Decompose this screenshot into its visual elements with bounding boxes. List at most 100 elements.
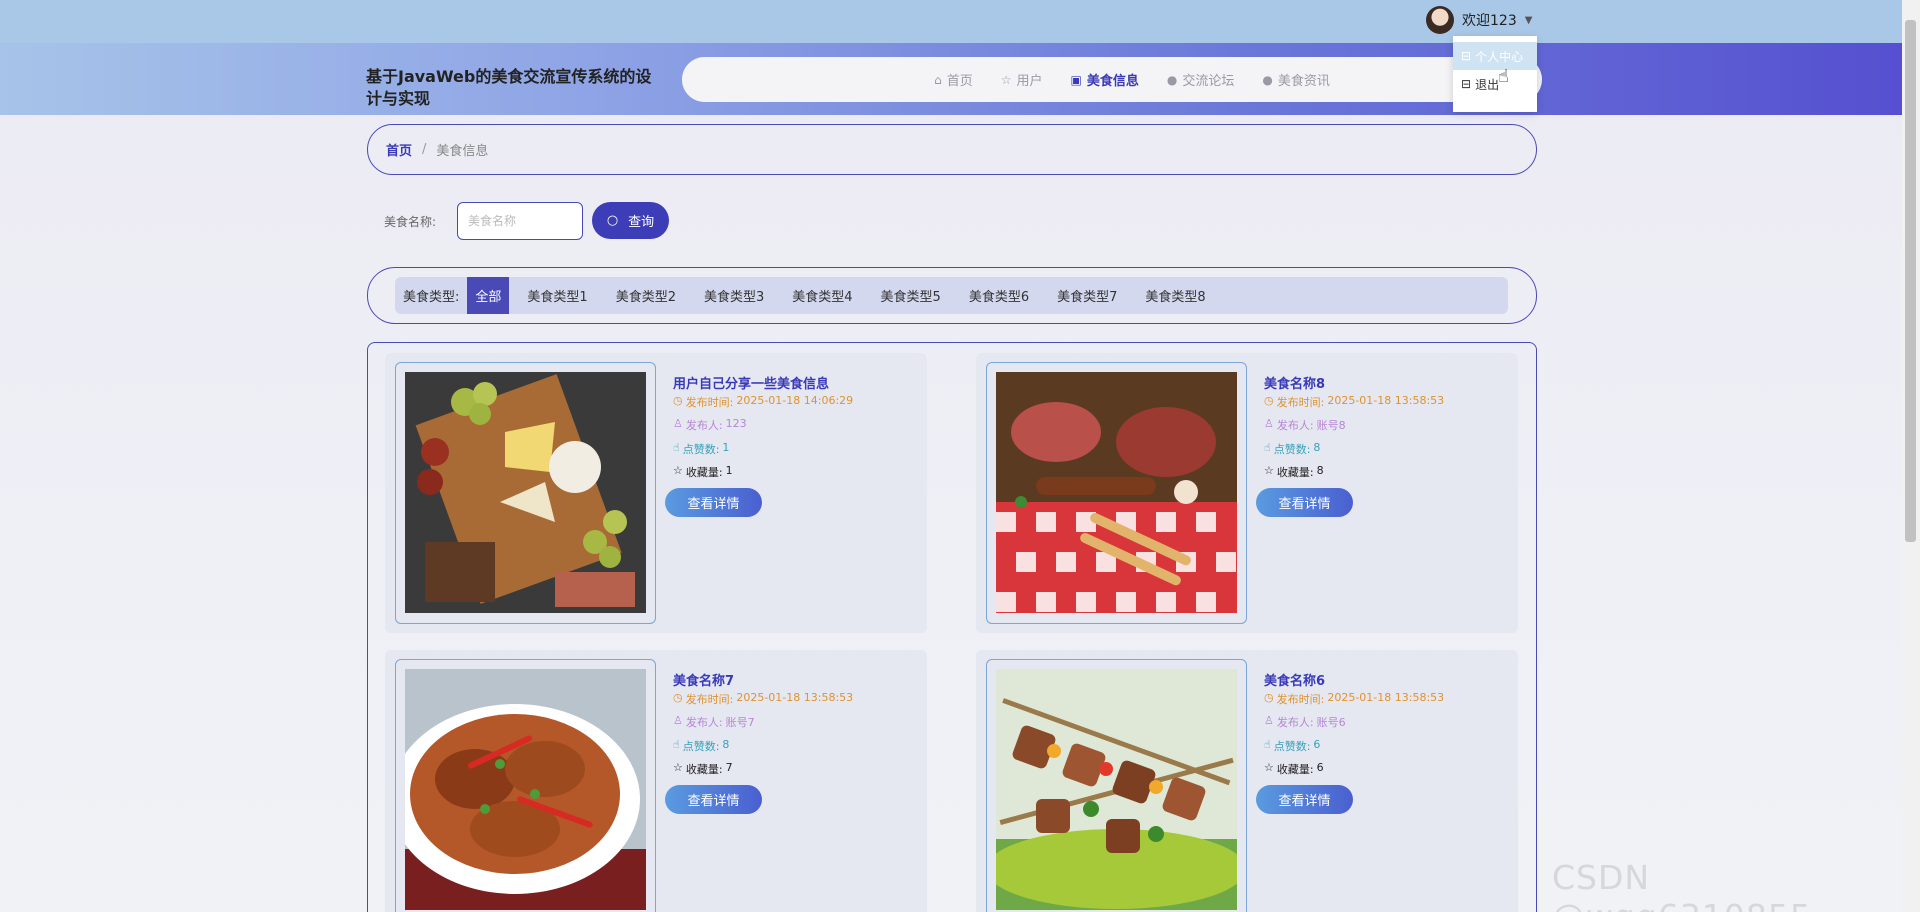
food-title[interactable]: 美食名称6: [1264, 670, 1325, 689]
food-image-frame[interactable]: [986, 362, 1247, 624]
view-detail-button[interactable]: 查看详情: [1256, 488, 1353, 517]
time-value: 2025-01-18 13:58:53: [1327, 691, 1445, 704]
filter-option[interactable]: 美食类型2: [606, 277, 686, 314]
likes-label: 点赞数:: [1273, 443, 1311, 456]
food-image[interactable]: [405, 372, 646, 613]
author-value: 账号6: [1316, 716, 1346, 729]
user-icon: ♙: [673, 417, 683, 430]
search-button-label: 查询: [628, 215, 655, 230]
filter-option[interactable]: 美食类型7: [1047, 277, 1127, 314]
likes-label: 点赞数:: [682, 740, 720, 753]
food-title[interactable]: 美食名称8: [1264, 373, 1325, 392]
scrollbar-thumb[interactable]: [1905, 20, 1916, 542]
food-card: 美食名称8 ◷ 发布时间: 2025-01-18 13:58:53 ♙ 发布人: 账号8…: [976, 353, 1518, 633]
publisher: ♙ 发布人: 账号6: [1264, 714, 1346, 730]
food-card: 美食名称7 ◷ 发布时间: 2025-01-18 13:58:53 ♙ 发布人: 账号7…: [385, 650, 927, 912]
filter-option[interactable]: 美食类型1: [517, 277, 597, 314]
fav-label: 收藏量:: [1276, 466, 1314, 479]
nav-forum-label: 交流论坛: [1182, 74, 1235, 89]
likes-label: 点赞数:: [1273, 740, 1311, 753]
welcome-text[interactable]: 欢迎123: [1462, 10, 1517, 30]
logout-icon: ⊟: [1461, 77, 1472, 91]
time-label: 发布时间:: [1276, 693, 1325, 706]
author-label: 发布人:: [1276, 419, 1314, 432]
filter-option[interactable]: 美食类型3: [694, 277, 774, 314]
food-image-frame[interactable]: [395, 659, 656, 912]
food-title[interactable]: 美食名称7: [673, 670, 734, 689]
nav-food-info-label: 美食信息: [1086, 74, 1139, 89]
breadcrumb-home[interactable]: 首页: [386, 140, 412, 159]
breadcrumb-separator: /: [422, 142, 427, 157]
likes-value: 6: [1313, 738, 1321, 751]
filter-option[interactable]: 美食类型6: [959, 277, 1039, 314]
fav-value: 8: [1316, 464, 1324, 477]
user-dropdown: ⊟ 个人中心 ⊟ 退出: [1453, 36, 1537, 112]
author-value: 123: [725, 417, 747, 430]
dropdown-profile[interactable]: ⊟ 个人中心: [1453, 42, 1537, 70]
favorites: ☆ 收藏量: 8: [1264, 464, 1324, 480]
star-icon: ☆: [673, 761, 683, 774]
dot-icon: ●: [1262, 72, 1273, 87]
nav-forum[interactable]: ● 交流论坛: [1166, 70, 1235, 90]
publisher: ♙ 发布人: 123: [673, 417, 747, 433]
likes-label: 点赞数:: [682, 443, 720, 456]
filter-option[interactable]: 美食类型8: [1135, 277, 1215, 314]
fav-value: 1: [725, 464, 733, 477]
likes: ☝ 点赞数: 8: [1264, 441, 1320, 457]
favorites: ☆ 收藏量: 1: [673, 464, 733, 480]
caret-down-icon[interactable]: ▼: [1525, 15, 1533, 26]
view-detail-button[interactable]: 查看详情: [665, 785, 762, 814]
user-icon: ♙: [1264, 417, 1274, 430]
site-title: 基于JavaWeb的美食交流宣传系统的设计与实现: [366, 67, 652, 108]
food-card: 美食名称6 ◷ 发布时间: 2025-01-18 13:58:53 ♙ 发布人: 账号6…: [976, 650, 1518, 912]
time-label: 发布时间:: [1276, 396, 1325, 409]
view-detail-button[interactable]: 查看详情: [1256, 785, 1353, 814]
food-list: 用户自己分享一些美食信息 ◷ 发布时间: 2025-01-18 14:06:29 ♙…: [367, 342, 1537, 912]
publish-time: ◷ 发布时间: 2025-01-18 14:06:29: [673, 394, 853, 410]
filter-option[interactable]: 美食类型4: [782, 277, 862, 314]
nav-users[interactable]: ☆ 用户: [1001, 70, 1043, 90]
hand-cursor-icon: ☝: [1498, 66, 1509, 87]
nav-news[interactable]: ● 美食资讯: [1262, 70, 1330, 90]
likes-value: 8: [1313, 441, 1321, 454]
nav-news-label: 美食资讯: [1277, 74, 1330, 89]
top-bar: [0, 0, 1902, 43]
food-card: 用户自己分享一些美食信息 ◷ 发布时间: 2025-01-18 14:06:29 ♙…: [385, 353, 927, 633]
time-label: 发布时间:: [685, 693, 734, 706]
time-value: 2025-01-18 13:58:53: [1327, 394, 1445, 407]
food-image[interactable]: [996, 669, 1237, 910]
dropdown-logout[interactable]: ⊟ 退出: [1453, 70, 1537, 98]
star-icon: ☆: [1264, 761, 1274, 774]
thumbs-up-icon: ☝: [673, 441, 680, 454]
search-button[interactable]: ○ 查询: [592, 202, 669, 239]
view-detail-button[interactable]: 查看详情: [665, 488, 762, 517]
search-icon: ○: [606, 213, 619, 228]
breadcrumb-current: 美食信息: [436, 144, 489, 159]
star-icon: ☆: [673, 464, 683, 477]
author-label: 发布人:: [685, 419, 723, 432]
nav-users-label: 用户: [1016, 74, 1043, 89]
likes-value: 8: [722, 738, 730, 751]
nav-home[interactable]: ⌂ 首页: [934, 70, 973, 90]
time-value: 2025-01-18 13:58:53: [736, 691, 854, 704]
search-label: 美食名称:: [384, 215, 437, 229]
likes: ☝ 点赞数: 8: [673, 738, 729, 754]
food-image[interactable]: [996, 372, 1237, 613]
filter-option-all[interactable]: 全部: [467, 277, 510, 314]
food-title[interactable]: 用户自己分享一些美食信息: [673, 373, 829, 392]
user-menu[interactable]: 欢迎123 ▼: [1426, 6, 1532, 34]
favorites: ☆ 收藏量: 6: [1264, 761, 1324, 777]
nav-food-info[interactable]: ▣ 美食信息: [1071, 70, 1139, 90]
food-image-frame[interactable]: [395, 362, 656, 624]
publish-time: ◷ 发布时间: 2025-01-18 13:58:53: [1264, 394, 1444, 410]
food-image-frame[interactable]: [986, 659, 1247, 912]
likes: ☝ 点赞数: 6: [1264, 738, 1320, 754]
filter-option[interactable]: 美食类型5: [871, 277, 951, 314]
avatar[interactable]: [1426, 6, 1454, 34]
publish-time: ◷ 发布时间: 2025-01-18 13:58:53: [673, 691, 853, 707]
food-image[interactable]: [405, 669, 646, 910]
dot-icon: ●: [1166, 72, 1178, 87]
search-input[interactable]: [457, 202, 583, 240]
time-label: 发布时间:: [685, 396, 734, 409]
author-value: 账号7: [725, 716, 755, 729]
